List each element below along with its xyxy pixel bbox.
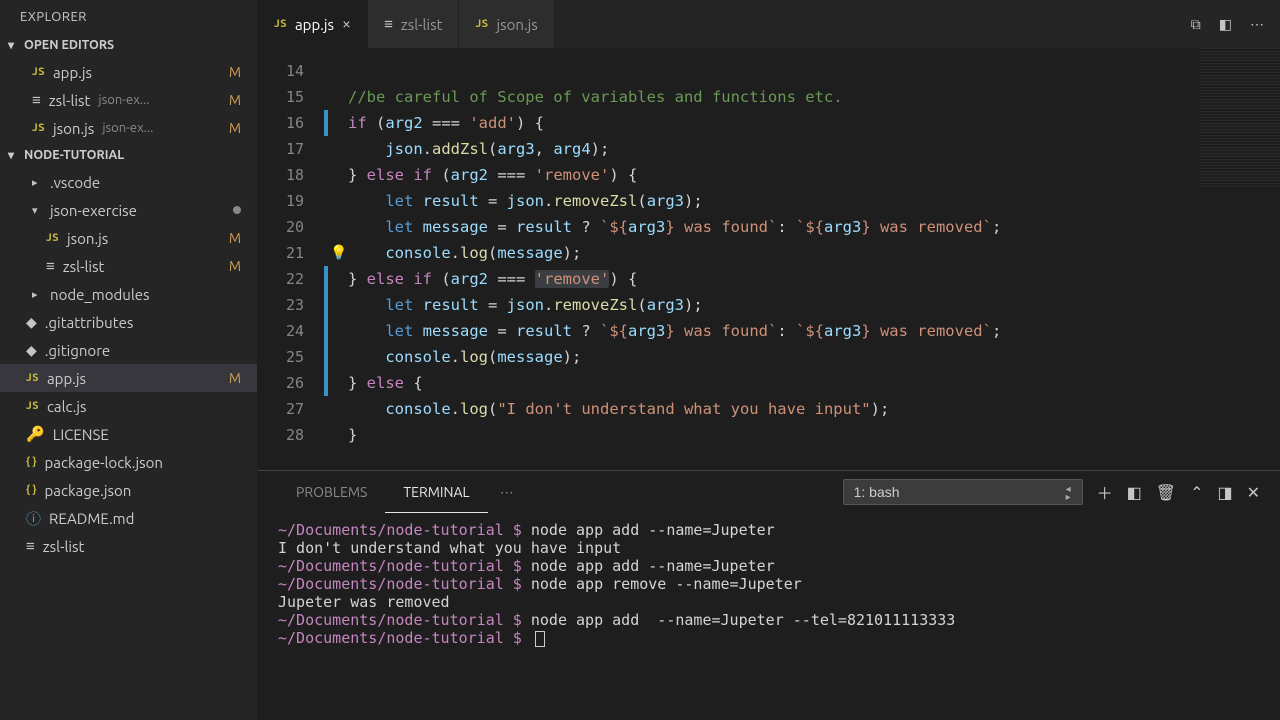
open-changes-icon[interactable]: ⧉ (1191, 16, 1201, 33)
split-terminal-icon[interactable]: ◧ (1127, 483, 1142, 502)
file-item[interactable]: 🔑LICENSE (0, 420, 257, 448)
chevron-up-icon[interactable]: ⌃ (1190, 483, 1203, 502)
code-editor[interactable]: 141516171819202122232425262728 💡 //be ca… (258, 48, 1280, 470)
chevron-down-icon: ▾ (8, 38, 20, 52)
folder-item[interactable]: ▾json-exercise (0, 196, 257, 224)
file-item[interactable]: JSjson.jsM (0, 224, 257, 252)
panel-more-icon[interactable]: ⋯ (488, 484, 526, 501)
file-item[interactable]: ⓘREADME.md (0, 504, 257, 532)
open-editor-item[interactable]: ≡zsl-listjson-ex...M (0, 86, 257, 114)
explorer-sidebar: EXPLORER ▾ OPEN EDITORS JSapp.jsM≡zsl-li… (0, 0, 258, 720)
minimap[interactable] (1200, 48, 1280, 188)
line-gutter: 141516171819202122232425262728 (258, 48, 328, 470)
file-item[interactable]: { }package-lock.json (0, 448, 257, 476)
trash-icon[interactable]: 🗑 (1156, 483, 1176, 502)
close-tab-icon[interactable]: × (342, 15, 351, 33)
chevron-down-icon: ▾ (8, 148, 20, 162)
bottom-panel: PROBLEMS TERMINAL ⋯ 1: bash ＋ ◧ 🗑 ⌃ ◨ ✕ … (258, 470, 1280, 720)
editor-tab[interactable]: JSjson.js (459, 0, 554, 48)
editor-tab[interactable]: ≡zsl-list (368, 0, 459, 48)
file-item[interactable]: JSapp.jsM (0, 364, 257, 392)
open-editors-list: JSapp.jsM≡zsl-listjson-ex...MJSjson.jsjs… (0, 56, 257, 144)
split-editor-icon[interactable]: ◧ (1219, 16, 1232, 33)
file-item[interactable]: ◆.gitignore (0, 336, 257, 364)
terminal-select[interactable]: 1: bash (843, 479, 1083, 505)
lightbulb-icon[interactable]: 💡 (330, 244, 347, 261)
open-editor-item[interactable]: JSjson.jsjson-ex...M (0, 114, 257, 142)
maximize-panel-icon[interactable]: ◨ (1217, 483, 1232, 502)
file-item[interactable]: ≡zsl-listM (0, 252, 257, 280)
file-item[interactable]: ◆.gitattributes (0, 308, 257, 336)
tabbar-actions: ⧉ ◧ ⋯ (1175, 0, 1280, 48)
file-item[interactable]: JScalc.js (0, 392, 257, 420)
file-item[interactable]: { }package.json (0, 476, 257, 504)
close-panel-icon[interactable]: ✕ (1247, 483, 1260, 502)
terminal-body[interactable]: ~/Documents/node-tutorial $ node app add… (258, 513, 1280, 720)
folder-item[interactable]: ▸.vscode (0, 168, 257, 196)
file-item[interactable]: ≡zsl-list (0, 532, 257, 560)
explorer-title: EXPLORER (0, 0, 257, 34)
open-editors-header[interactable]: ▾ OPEN EDITORS (0, 34, 257, 56)
project-header[interactable]: ▾ NODE-TUTORIAL (0, 144, 257, 166)
more-icon[interactable]: ⋯ (1250, 16, 1264, 33)
problems-tab[interactable]: PROBLEMS (278, 471, 385, 513)
editor-tab[interactable]: JSapp.js× (258, 0, 368, 48)
new-terminal-icon[interactable]: ＋ (1097, 480, 1113, 504)
tab-bar: JSapp.js×≡zsl-listJSjson.js ⧉ ◧ ⋯ (258, 0, 1280, 48)
folder-item[interactable]: ▸node_modules (0, 280, 257, 308)
code-body[interactable]: //be careful of Scope of variables and f… (328, 48, 1280, 470)
terminal-tab[interactable]: TERMINAL (385, 471, 487, 513)
open-editor-item[interactable]: JSapp.jsM (0, 58, 257, 86)
file-tree: ▸.vscode▾json-exerciseJSjson.jsM≡zsl-lis… (0, 166, 257, 562)
